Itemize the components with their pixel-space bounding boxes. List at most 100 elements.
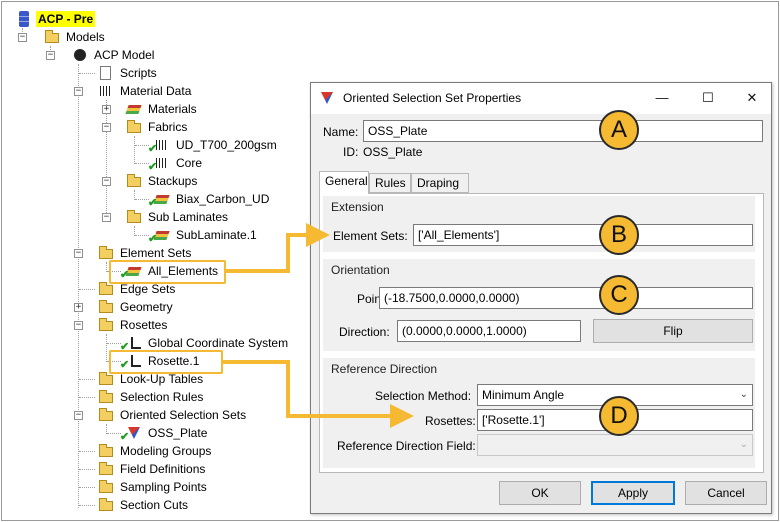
fabric-icon: ✔ xyxy=(148,155,170,173)
tree-node-materials[interactable]: Materials xyxy=(125,100,199,118)
rosettes-label: Rosettes: xyxy=(425,414,476,428)
maximize-button[interactable]: ☐ xyxy=(699,89,717,107)
rosettes-icon xyxy=(98,317,114,333)
collapse-toggle[interactable]: − xyxy=(74,87,83,96)
material-data-icon xyxy=(98,83,114,99)
cancel-button[interactable]: Cancel xyxy=(685,481,767,505)
check-icon: ✔ xyxy=(148,143,158,155)
callout-c: C xyxy=(599,275,639,315)
apply-button[interactable]: Apply xyxy=(591,481,675,505)
tree-node-selection-rules[interactable]: Selection Rules xyxy=(98,388,205,406)
script-icon xyxy=(98,65,114,81)
tree-node-sublaminate-1[interactable]: ✔ SubLaminate.1 xyxy=(148,226,259,245)
tree-node-lookup-tables[interactable]: Look-Up Tables xyxy=(98,370,205,388)
sampling-points-icon xyxy=(98,479,114,495)
element-sets-input[interactable]: ['All_Elements'] xyxy=(413,224,753,246)
collapse-toggle[interactable]: − xyxy=(102,213,111,222)
model-tree: ACP - Pre − Models − ACP Model Scripts −… xyxy=(2,2,312,522)
oss-icon: ✔ xyxy=(120,425,142,443)
tree-node-oss-plate[interactable]: ✔ OSS_Plate xyxy=(120,424,209,443)
tree-node-sampling-points[interactable]: Sampling Points xyxy=(98,478,209,496)
tree-node-edge-sets[interactable]: Edge Sets xyxy=(98,280,177,298)
tree-node-stackups[interactable]: Stackups xyxy=(126,172,199,190)
tree-line xyxy=(79,487,95,488)
flip-button[interactable]: Flip xyxy=(593,319,753,343)
tree-node-label: OSS_Plate xyxy=(148,426,208,440)
tree-node-sub-laminates[interactable]: Sub Laminates xyxy=(126,208,230,226)
dialog-titlebar[interactable]: Oriented Selection Set Properties — ☐ ✕ xyxy=(311,83,771,114)
selection-method-value: Minimum Angle xyxy=(482,388,565,402)
tree-node-label: Geometry xyxy=(120,300,173,314)
edge-sets-icon xyxy=(98,281,114,297)
tree-node-label: Edge Sets xyxy=(120,282,176,296)
tree-line xyxy=(106,100,107,217)
reference-direction-field-dropdown[interactable]: ⌄ xyxy=(477,434,753,456)
collapse-toggle[interactable]: − xyxy=(102,177,111,186)
expand-toggle[interactable]: + xyxy=(102,105,111,114)
collapse-toggle[interactable]: − xyxy=(74,411,83,420)
tree-node-label: Core xyxy=(176,156,203,170)
collapse-toggle[interactable]: − xyxy=(18,33,27,42)
fabrics-icon xyxy=(126,119,142,135)
tree-node-acp-model[interactable]: ACP Model xyxy=(72,46,156,64)
stackup-icon: ✔ xyxy=(148,191,170,209)
tab-rules[interactable]: Rules xyxy=(369,173,411,193)
ok-button[interactable]: OK xyxy=(499,481,581,505)
stackups-icon xyxy=(126,173,142,189)
tree-line xyxy=(79,73,95,74)
tree-node-section-cuts[interactable]: Section Cuts xyxy=(98,496,190,514)
tree-node-stackup-biax[interactable]: ✔ Biax_Carbon_UD xyxy=(148,190,271,209)
tab-draping[interactable]: Draping xyxy=(411,173,469,193)
direction-input[interactable]: (0.0000,0.0000,1.0000) xyxy=(397,320,581,342)
tree-node-fabric-ud[interactable]: ✔ UD_T700_200gsm xyxy=(148,136,279,155)
tree-node-label: Materials xyxy=(148,102,197,116)
tree-node-label: Look-Up Tables xyxy=(120,372,204,386)
collapse-toggle[interactable]: − xyxy=(74,321,83,330)
tree-node-oss[interactable]: Oriented Selection Sets xyxy=(98,406,248,424)
collapse-toggle[interactable]: − xyxy=(46,51,55,60)
element-sets-label: Element Sets: xyxy=(333,229,408,243)
tree-line xyxy=(79,289,95,290)
collapse-toggle[interactable]: − xyxy=(74,249,83,258)
point-input[interactable]: (-18.7500,0.0000,0.0000) xyxy=(379,287,753,309)
collapse-toggle[interactable]: − xyxy=(102,123,111,132)
tree-node-field-definitions[interactable]: Field Definitions xyxy=(98,460,207,478)
chevron-down-icon: ⌄ xyxy=(739,439,748,450)
tree-line xyxy=(79,397,95,398)
chevron-down-icon: ⌄ xyxy=(739,389,748,400)
tree-line xyxy=(107,343,121,344)
sub-laminates-icon xyxy=(126,209,142,225)
tree-node-geometry[interactable]: Geometry xyxy=(98,298,175,316)
tree-line xyxy=(135,145,149,146)
tree-node-rosettes[interactable]: Rosettes xyxy=(98,316,169,334)
lookup-tables-icon xyxy=(98,371,114,387)
close-button[interactable]: ✕ xyxy=(743,89,761,107)
tree-node-models[interactable]: Models xyxy=(44,28,107,46)
tree-node-root[interactable]: ACP - Pre xyxy=(16,10,96,28)
materials-icon xyxy=(125,101,142,117)
tree-node-material-data[interactable]: Material Data xyxy=(98,82,193,100)
reference-direction-title: Reference Direction xyxy=(331,362,438,376)
minimize-button[interactable]: — xyxy=(653,89,671,107)
tree-node-label: Scripts xyxy=(120,66,157,80)
expand-toggle[interactable]: + xyxy=(74,303,83,312)
tab-general[interactable]: General xyxy=(319,171,369,194)
direction-label: Direction: xyxy=(339,325,390,339)
tree-node-label: Section Cuts xyxy=(120,498,189,512)
tree-node-label: SubLaminate.1 xyxy=(176,228,257,242)
tree-node-fabric-core[interactable]: ✔ Core xyxy=(148,154,204,173)
tree-line xyxy=(79,379,95,380)
geometry-icon xyxy=(98,299,114,315)
coordinate-system-icon: ✔ xyxy=(120,335,142,353)
name-label: Name: xyxy=(323,125,359,139)
app-logo-icon xyxy=(321,92,333,104)
tree-line xyxy=(79,505,95,506)
tree-node-scripts[interactable]: Scripts xyxy=(98,64,159,82)
tree-node-label: Biax_Carbon_UD xyxy=(176,192,270,206)
reference-direction-group: Reference Direction Selection Method: Mi… xyxy=(323,358,755,468)
name-input[interactable]: OSS_Plate xyxy=(363,120,763,142)
callout-b: B xyxy=(599,215,639,255)
oss-folder-icon xyxy=(98,407,114,423)
tree-node-modeling-groups[interactable]: Modeling Groups xyxy=(98,442,213,460)
tree-node-fabrics[interactable]: Fabrics xyxy=(126,118,189,136)
